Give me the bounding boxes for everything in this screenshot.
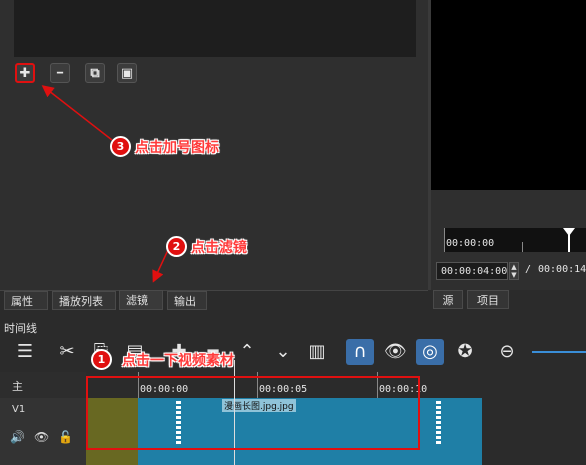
tab-properties[interactable]: 属性: [4, 291, 48, 310]
step1-number: 1: [91, 349, 112, 370]
lift-icon[interactable]: ⌃: [236, 342, 258, 362]
step2-number: 2: [166, 236, 187, 257]
magnet-icon: ∩: [353, 341, 367, 362]
lock-icon[interactable]: 🔓: [58, 430, 73, 444]
callout-step1: 1 点击一下视频素材: [91, 349, 234, 370]
ripple-button[interactable]: ◎: [416, 339, 444, 365]
tab-export[interactable]: 输出: [167, 291, 207, 310]
step1-text: 点击一下视频素材: [122, 352, 234, 369]
timecode-separator: /: [525, 264, 532, 275]
player-viewport: [431, 0, 586, 190]
v1-header[interactable]: V1 🔊 👁 🔓: [0, 398, 86, 465]
cut-icon[interactable]: ✂: [56, 342, 78, 362]
tab-project[interactable]: 项目: [467, 290, 509, 309]
arrow-step3: [41, 85, 113, 141]
zoom-out-icon[interactable]: ⊖: [496, 342, 518, 362]
timeline-empty-area: [482, 372, 586, 465]
playhead-marker-icon: [563, 228, 575, 236]
track-headers: 主 V1 🔊 👁 🔓: [0, 372, 86, 465]
master-label: 主: [12, 380, 23, 393]
step3-text: 点击加号图标: [135, 139, 219, 156]
overwrite-icon[interactable]: ⌄: [272, 342, 294, 362]
snap-button[interactable]: ∩: [346, 339, 374, 365]
right-tabs: 源 项目: [431, 290, 586, 310]
eye-icon[interactable]: 👁: [34, 430, 49, 444]
clip-highlight-box: [86, 376, 420, 450]
step2-text: 点击滤镜: [191, 239, 247, 256]
step3-number: 3: [110, 136, 131, 157]
tab-filters[interactable]: 滤镜: [119, 290, 163, 310]
player-ruler-time: 00:00:00: [446, 238, 495, 249]
zoom-slider[interactable]: [532, 351, 586, 353]
ripple-all-icon[interactable]: ✪: [454, 342, 476, 362]
timecode-spinner[interactable]: ▲ ▼: [509, 262, 519, 280]
scrub-icon[interactable]: 👁: [384, 342, 407, 362]
menu-icon[interactable]: ☰: [14, 342, 36, 362]
split-icon[interactable]: ▥: [306, 342, 328, 362]
tab-playlist[interactable]: 播放列表: [52, 291, 116, 310]
panel-tabs: 属性 播放列表 滤镜 输出: [0, 290, 428, 311]
clip-thumbnail: [436, 401, 441, 445]
track-label: V1: [12, 404, 26, 415]
tab-source[interactable]: 源: [433, 290, 463, 309]
mute-icon[interactable]: 🔊: [10, 430, 25, 444]
callout-step2: 2 点击滤镜: [166, 236, 247, 257]
timeline-title: 时间线: [4, 322, 37, 335]
ruler-tick: [444, 228, 445, 252]
position-timecode[interactable]: 00:00:04:00: [436, 262, 508, 280]
callout-step3: 3 点击加号图标: [110, 136, 219, 157]
player-ruler[interactable]: 00:00:00: [444, 228, 586, 252]
ruler-tick: [522, 242, 523, 252]
duration-timecode: 00:00:14: [538, 264, 586, 275]
ripple-icon: ◎: [422, 341, 438, 362]
